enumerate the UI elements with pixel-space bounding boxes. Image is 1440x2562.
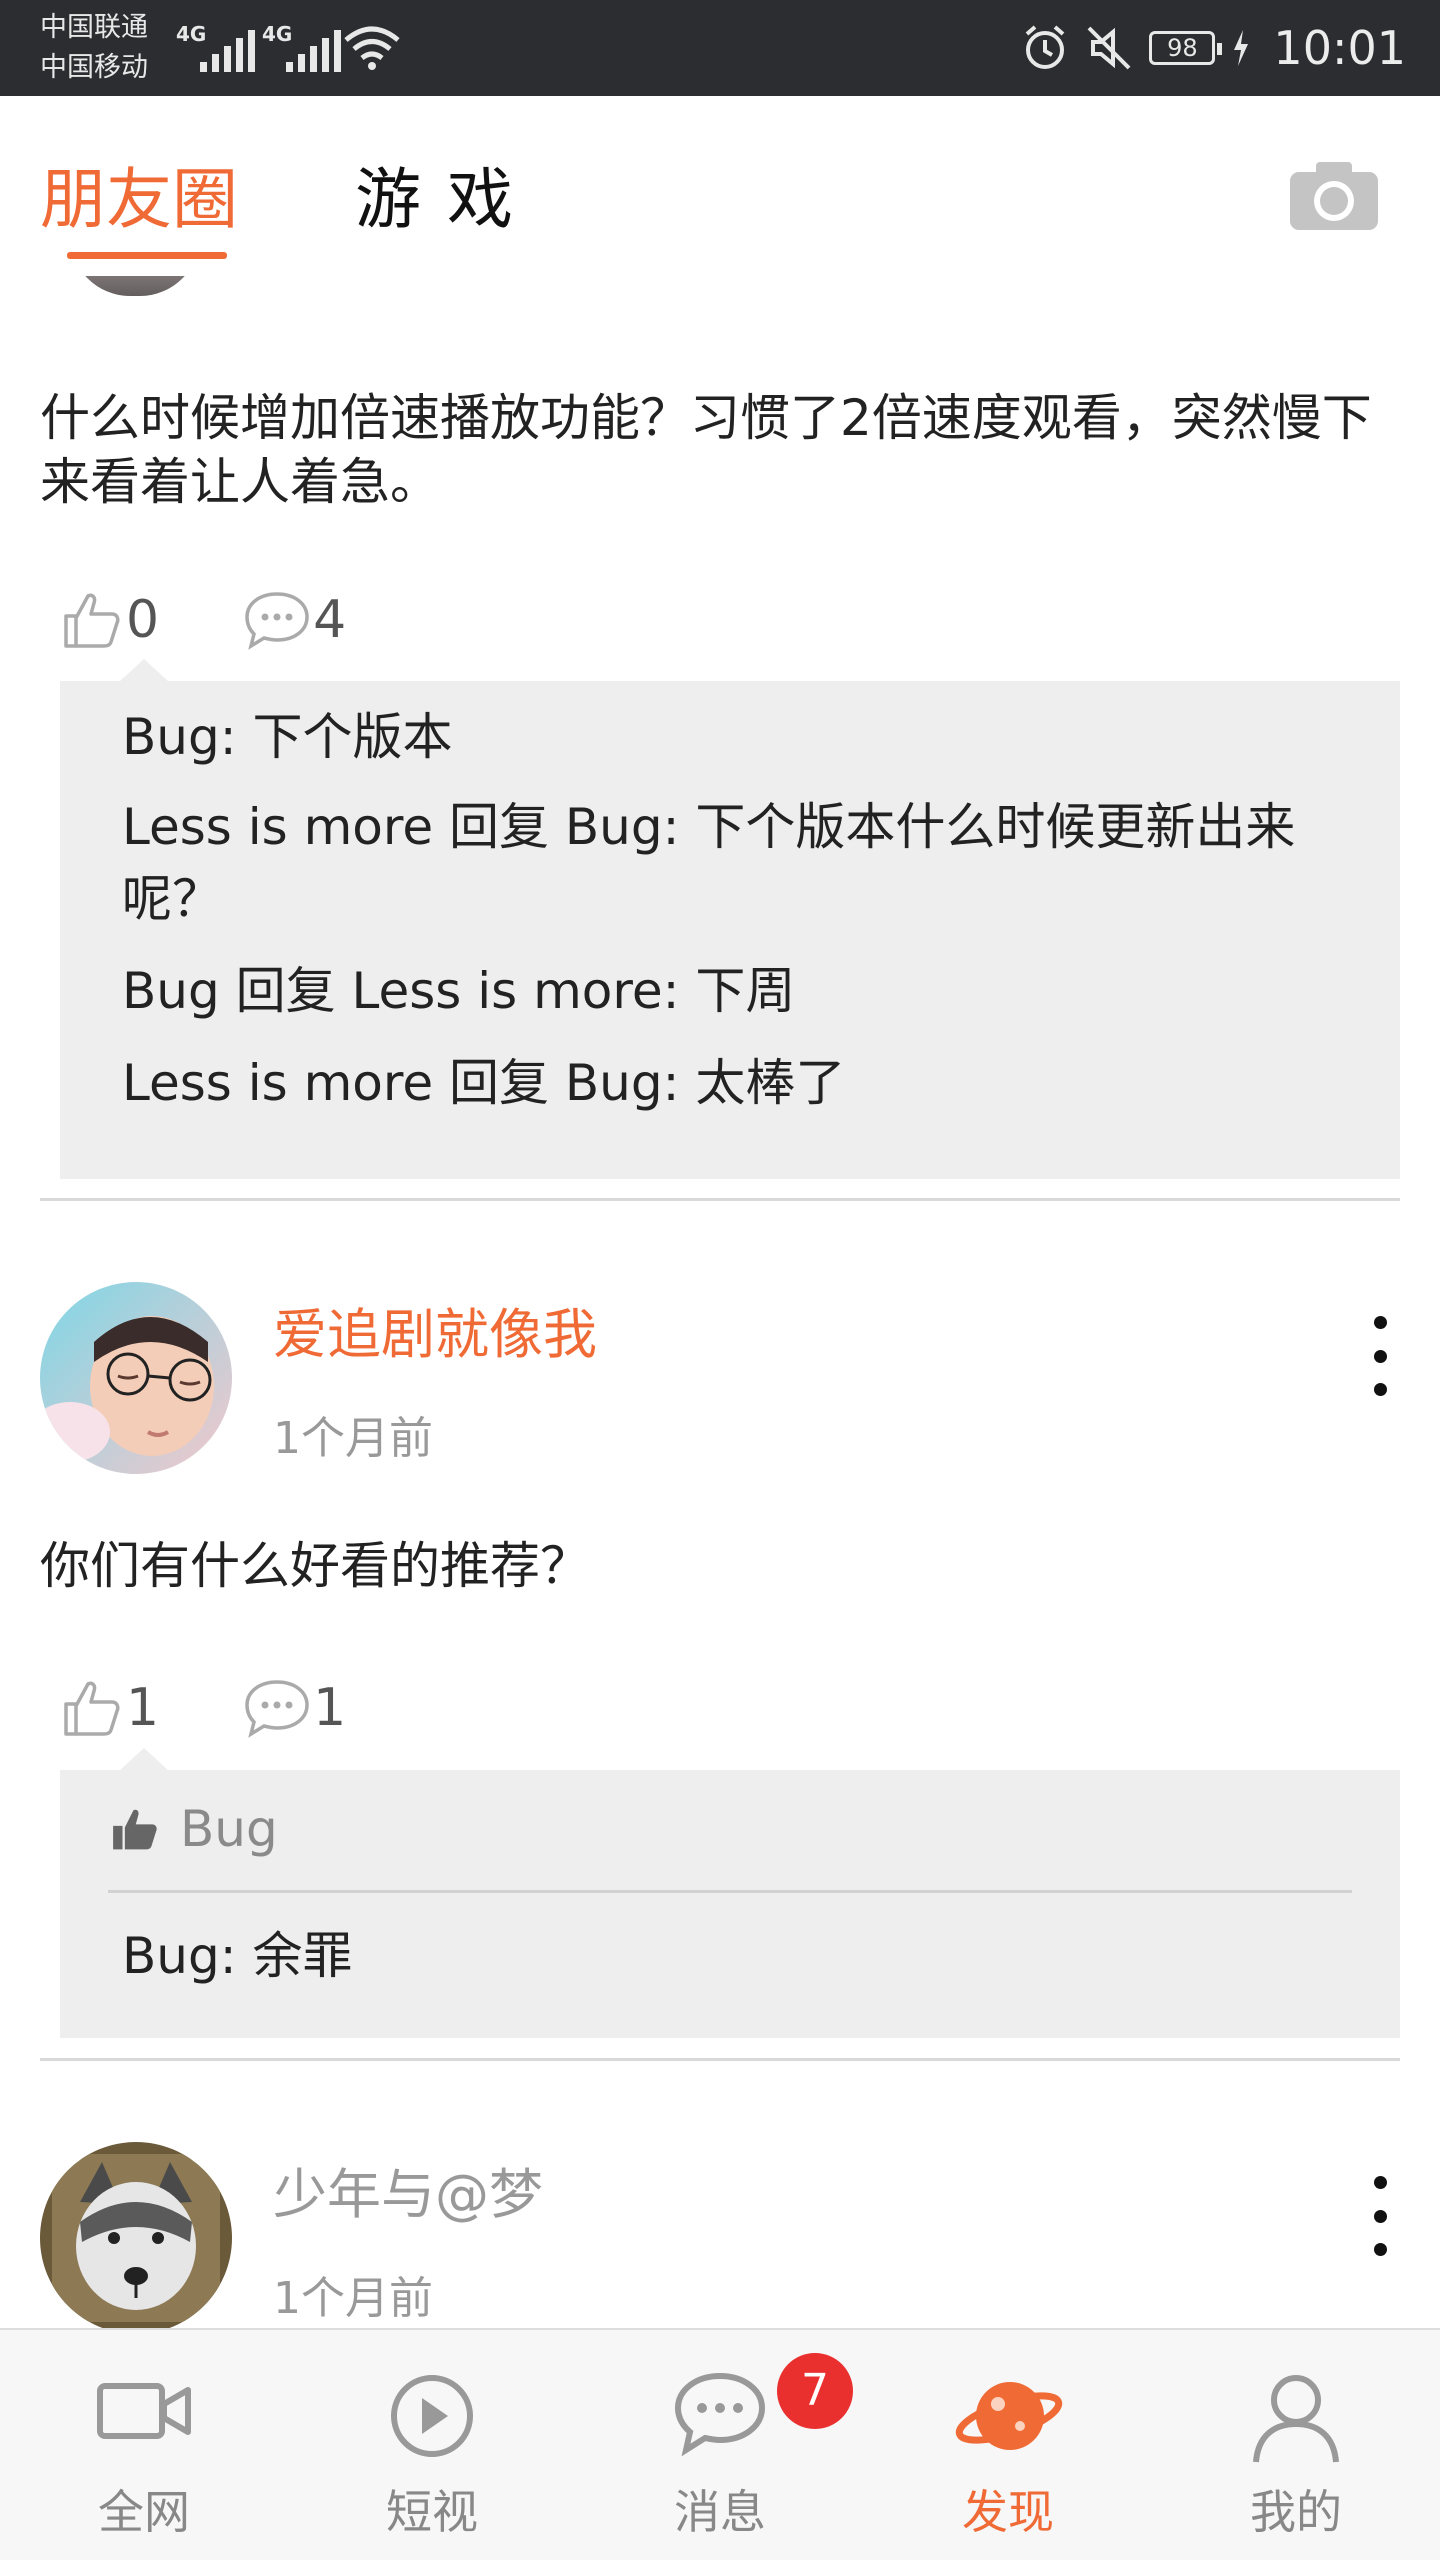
clock: 10:01 [1273, 21, 1406, 75]
mute-icon [1088, 26, 1131, 70]
alarm-icon [1026, 25, 1065, 69]
carrier-names: 中国联通 中国移动 [40, 8, 148, 88]
user-photo-icon [40, 1282, 232, 1474]
top-tab-bar: 朋友圈 游戏 [0, 96, 1440, 276]
comment-item[interactable]: Bug: 余罪 [122, 1920, 1352, 1992]
like-count: 1 [126, 1678, 160, 1738]
comment-count: 1 [313, 1678, 347, 1738]
post-actions: 0 4 [60, 580, 346, 660]
comment-box: Bug: 下个版本 Less is more 回复 Bug: 下个版本什么时候更… [60, 659, 1400, 1179]
more-options-icon[interactable] [1370, 2176, 1390, 2256]
more-options-icon[interactable] [1370, 1316, 1390, 1396]
post-time: 1个月前 [273, 1413, 433, 1464]
avatar[interactable] [40, 1282, 232, 1474]
play-circle-icon [391, 2375, 473, 2457]
username[interactable]: 少年与@梦 [273, 2150, 543, 2229]
active-tab-indicator [67, 252, 227, 259]
comment-item[interactable]: Bug: 下个版本 [122, 701, 1352, 773]
carrier-2: 中国移动 [40, 52, 148, 83]
comment-button[interactable]: 4 [243, 590, 346, 650]
camera-icon[interactable] [1288, 158, 1380, 232]
comment-button[interactable]: 1 [243, 1678, 346, 1738]
thumbs-up-filled-icon [113, 1809, 157, 1850]
like-count: 0 [126, 590, 160, 650]
nav-item-me[interactable]: 我的 [1152, 2330, 1440, 2562]
post-text: 你们有什么好看的推荐？ [40, 1537, 590, 1595]
post-actions: 1 1 [60, 1668, 346, 1748]
post-divider [40, 1198, 1400, 1201]
like-button[interactable]: 1 [60, 1676, 159, 1740]
tab-games[interactable]: 游戏 [355, 146, 539, 242]
likes-divider [108, 1890, 1352, 1893]
dog-photo-icon [40, 2142, 232, 2328]
username[interactable]: 爱追剧就像我 [273, 1290, 597, 1369]
tab-moments[interactable]: 朋友圈 [40, 146, 238, 242]
comment-icon [245, 1680, 309, 1738]
battery-icon: 98 [1149, 31, 1223, 65]
unread-badge: 7 [777, 2353, 853, 2429]
thumbs-up-icon [64, 593, 120, 648]
planet-icon [955, 2382, 1063, 2450]
thumbs-up-icon [64, 1681, 120, 1736]
post-time: 1个月前 [273, 2273, 433, 2324]
comment-item[interactable]: Less is more 回复 Bug: 下个版本什么时候更新出来呢？ [122, 791, 1352, 935]
avatar[interactable] [70, 276, 200, 296]
liked-by-name[interactable]: Bug [180, 1800, 278, 1858]
liked-by-row: Bug [110, 1800, 278, 1858]
moments-feed[interactable]: 什么时候增加倍速播放功能？习惯了2倍速度观看，突然慢下来看着让人着急。 0 4 … [0, 276, 1440, 2328]
bottom-nav: 全网 短视 消息 7 发现 我的 [0, 2328, 1440, 2560]
post-divider [40, 2058, 1400, 2061]
nav-item-short-video[interactable]: 短视 [288, 2330, 576, 2562]
video-camera-icon [97, 2383, 191, 2439]
nav-label: 发现 [962, 2485, 1054, 2539]
person-icon [1253, 2375, 1339, 2463]
nav-label: 全网 [98, 2485, 190, 2539]
charging-icon [1234, 30, 1249, 66]
nav-label: 消息 [674, 2485, 766, 2539]
chat-bubble-icon [674, 2372, 766, 2457]
post-text: 什么时候增加倍速播放功能？习惯了2倍速度观看，突然慢下来看着让人着急。 [40, 389, 1372, 511]
comment-item[interactable]: Bug 回复 Less is more: 下周 [122, 955, 1352, 1027]
wifi-icon [344, 26, 400, 70]
nav-label: 短视 [386, 2485, 478, 2539]
comment-icon [245, 592, 309, 650]
nav-label: 我的 [1250, 2485, 1342, 2539]
status-bar: 中国联通 中国移动 4G 4G 98 10:01 [0, 0, 1440, 96]
comment-item[interactable]: Less is more 回复 Bug: 太棒了 [122, 1047, 1352, 1119]
avatar[interactable] [40, 2142, 232, 2328]
like-button[interactable]: 0 [60, 588, 159, 652]
comment-count: 4 [313, 590, 347, 650]
comment-box: Bug Bug: 余罪 [60, 1748, 1400, 2038]
carrier-1: 中国联通 [40, 12, 148, 43]
nav-item-all[interactable]: 全网 [0, 2330, 288, 2562]
nav-item-discover[interactable]: 发现 [864, 2330, 1152, 2562]
